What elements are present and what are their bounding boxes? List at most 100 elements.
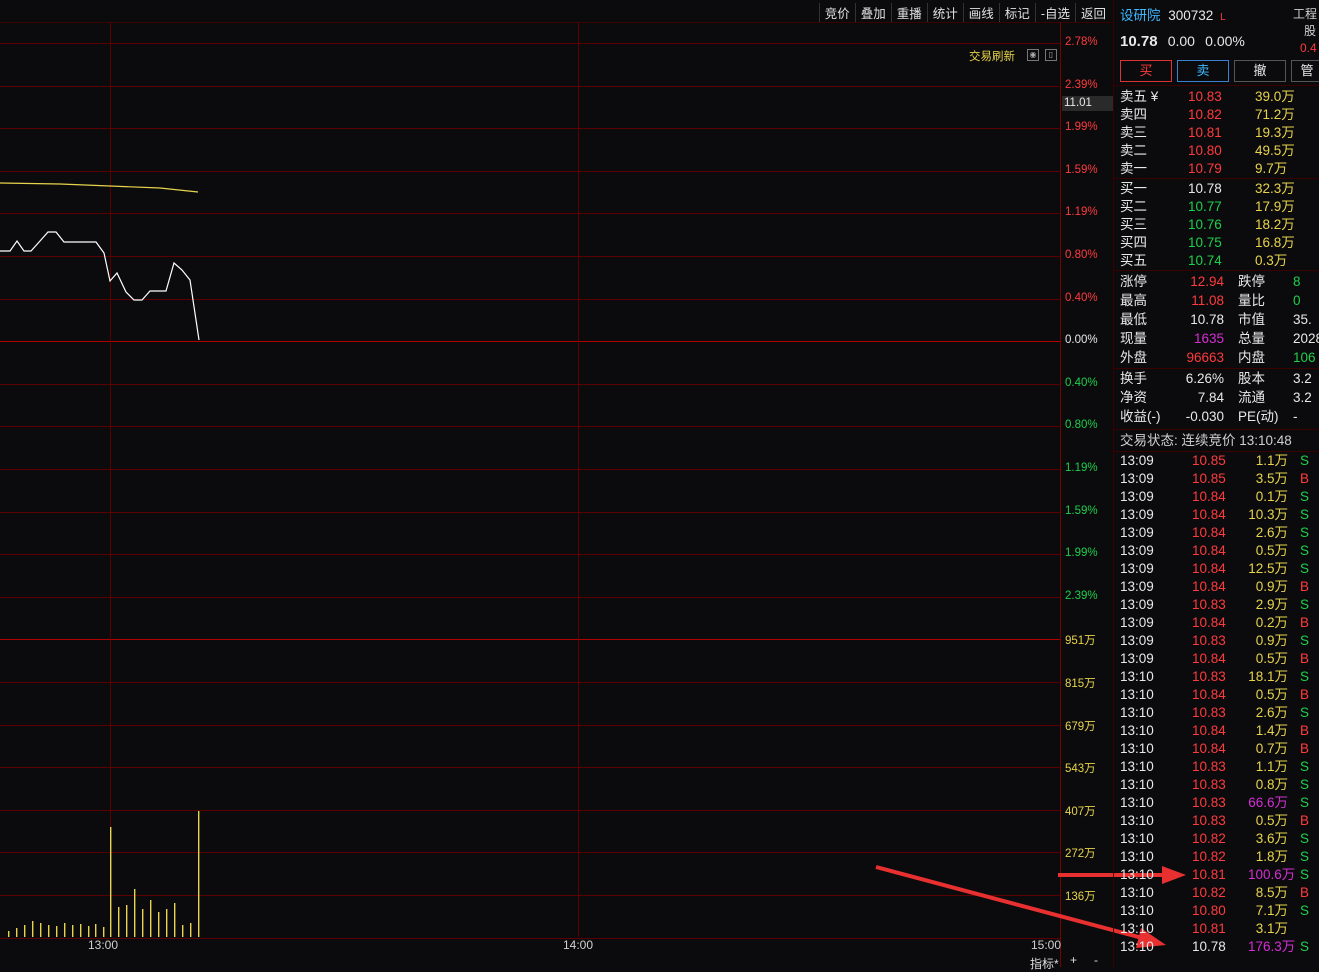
- tick-row[interactable]: 13:09 10.83 2.9万 S: [1120, 596, 1309, 614]
- book-price: 10.74: [1188, 253, 1222, 268]
- tick-row[interactable]: 13:09 10.84 2.6万 S: [1120, 524, 1309, 542]
- divider: [1114, 178, 1319, 179]
- stat-key: 总量: [1238, 331, 1265, 346]
- buy-level[interactable]: 买五 10.74 0.3万: [1120, 252, 1287, 270]
- tick-price: 10.85: [1192, 453, 1226, 468]
- tick-row[interactable]: 13:10 10.82 1.8万 S: [1120, 848, 1309, 866]
- tick-volume: 0.9万: [1255, 579, 1288, 594]
- tick-row[interactable]: 13:10 10.83 1.1万 S: [1120, 758, 1309, 776]
- tick-time: 13:09: [1120, 471, 1154, 486]
- y-label: 136万: [1065, 891, 1096, 903]
- tick-side: B: [1300, 471, 1310, 486]
- toolbar-button-3[interactable]: 统计: [926, 3, 963, 22]
- tick-time: 13:10: [1120, 939, 1154, 954]
- toolbar-button-0[interactable]: 竞价: [818, 3, 855, 22]
- axis-line: [1060, 22, 1061, 967]
- book-label: 卖五 ¥: [1120, 89, 1159, 104]
- tick-row[interactable]: 13:09 10.84 0.5万 B: [1120, 650, 1309, 668]
- tick-side: S: [1300, 507, 1310, 522]
- stat-key: PE(动): [1238, 409, 1279, 424]
- tick-side: S: [1300, 453, 1310, 468]
- stat-value: 1635: [1193, 331, 1224, 346]
- stat-row: 涨停 12.94 跌停 8: [1120, 273, 1301, 291]
- tick-row[interactable]: 13:10 10.83 66.6万 S: [1120, 794, 1309, 812]
- divider: [1114, 270, 1319, 271]
- toolbar-button-2[interactable]: 重播: [890, 3, 927, 22]
- volume-bar: [190, 923, 192, 937]
- divider: [1114, 85, 1319, 86]
- toolbar-button-1[interactable]: 叠加: [854, 3, 891, 22]
- tick-row[interactable]: 13:10 10.83 0.5万 B: [1120, 812, 1309, 830]
- tick-row[interactable]: 13:09 10.84 0.9万 B: [1120, 578, 1309, 596]
- sell-level[interactable]: 卖四 10.82 71.2万: [1120, 106, 1295, 124]
- sell-level[interactable]: 卖五 ¥ 10.83 39.0万: [1120, 88, 1295, 106]
- sell-button[interactable]: 卖: [1177, 60, 1229, 82]
- tick-row[interactable]: 13:09 10.84 0.2万 B: [1120, 614, 1309, 632]
- book-volume: 19.3万: [1255, 125, 1295, 140]
- y-label: 2.78%: [1065, 36, 1098, 48]
- tick-row[interactable]: 13:09 10.84 0.1万 S: [1120, 488, 1309, 506]
- buy-level[interactable]: 买三 10.76 18.2万: [1120, 216, 1295, 234]
- tick-side: S: [1300, 777, 1310, 792]
- tick-row[interactable]: 13:10 10.82 3.6万 S: [1120, 830, 1309, 848]
- volume-bar: [88, 926, 90, 937]
- right-value: 0.4: [1300, 41, 1317, 55]
- buy-level[interactable]: 买四 10.75 16.8万: [1120, 234, 1295, 252]
- manage-button[interactable]: 管: [1291, 60, 1319, 82]
- stat-value: 106: [1293, 350, 1316, 365]
- buy-level[interactable]: 买一 10.78 32.3万: [1120, 180, 1295, 198]
- toolbar-button-4[interactable]: 画线: [962, 3, 999, 22]
- tick-side: B: [1300, 651, 1310, 666]
- tick-volume: 0.5万: [1255, 813, 1288, 828]
- volume-bar: [103, 927, 105, 937]
- tick-row[interactable]: 13:10 10.82 8.5万 B: [1120, 884, 1309, 902]
- trade-status: 交易状态: 连续竞价 13:10:48: [1120, 433, 1292, 448]
- volume-bar: [166, 909, 168, 937]
- toolbar-button-6[interactable]: -自选: [1034, 3, 1075, 22]
- add-indicator-icon[interactable]: +: [1070, 953, 1077, 967]
- stat-value: 10.78: [1190, 312, 1224, 327]
- tick-row[interactable]: 13:10 10.78 176.3万 S: [1120, 938, 1309, 956]
- intraday-chart[interactable]: 2.78% 2.39% 1.99% 1.59% 1.19% 0.80% 0.40% 0.00%…: [0, 22, 1113, 967]
- tick-row[interactable]: 13:09 10.83 0.9万 S: [1120, 632, 1309, 650]
- volume-bar: [8, 931, 10, 937]
- tick-row[interactable]: 13:10 10.83 18.1万 S: [1120, 668, 1309, 686]
- book-price: 10.82: [1188, 107, 1222, 122]
- tick-row[interactable]: 13:10 10.81 3.1万: [1120, 920, 1288, 938]
- book-price: 10.80: [1188, 143, 1222, 158]
- tick-row[interactable]: 13:10 10.80 7.1万 S: [1120, 902, 1309, 920]
- tick-row[interactable]: 13:09 10.85 1.1万 S: [1120, 452, 1309, 470]
- tick-row[interactable]: 13:10 10.83 2.6万 S: [1120, 704, 1309, 722]
- book-volume: 39.0万: [1255, 89, 1295, 104]
- tick-row[interactable]: 13:09 10.84 0.5万 S: [1120, 542, 1309, 560]
- sell-level[interactable]: 卖三 10.81 19.3万: [1120, 124, 1295, 142]
- sell-level[interactable]: 卖一 10.79 9.7万: [1120, 160, 1287, 178]
- stat-value: 96663: [1186, 350, 1224, 365]
- toolbar-button-5[interactable]: 标记: [998, 3, 1035, 22]
- tick-row[interactable]: 13:10 10.81 100.6万 S: [1120, 866, 1309, 884]
- minus-indicator-icon[interactable]: -: [1094, 953, 1098, 967]
- volume-bar: [40, 923, 42, 937]
- tick-side: B: [1300, 723, 1310, 738]
- cancel-button[interactable]: 撤: [1234, 60, 1286, 82]
- book-label: 买一: [1120, 181, 1147, 196]
- buy-button[interactable]: 买: [1120, 60, 1172, 82]
- stock-name[interactable]: 设研院: [1120, 8, 1161, 23]
- tick-row[interactable]: 13:10 10.84 1.4万 B: [1120, 722, 1309, 740]
- tick-time: 13:10: [1120, 687, 1154, 702]
- y-label: 0.40%: [1065, 291, 1098, 304]
- sell-level[interactable]: 卖二 10.80 49.5万: [1120, 142, 1295, 160]
- tick-price: 10.82: [1192, 885, 1226, 900]
- tick-side: S: [1300, 939, 1310, 954]
- tick-side: S: [1300, 831, 1310, 846]
- tick-row[interactable]: 13:10 10.83 0.8万 S: [1120, 776, 1309, 794]
- tick-row[interactable]: 13:10 10.84 0.5万 B: [1120, 686, 1309, 704]
- indicator-tab[interactable]: 指标*: [1030, 955, 1059, 972]
- book-label: 买五: [1120, 253, 1147, 268]
- buy-level[interactable]: 买二 10.77 17.9万: [1120, 198, 1295, 216]
- tick-row[interactable]: 13:10 10.84 0.7万 B: [1120, 740, 1309, 758]
- tick-row[interactable]: 13:09 10.84 12.5万 S: [1120, 560, 1309, 578]
- tick-row[interactable]: 13:09 10.85 3.5万 B: [1120, 470, 1309, 488]
- toolbar-button-7[interactable]: 返回: [1074, 3, 1111, 22]
- tick-row[interactable]: 13:09 10.84 10.3万 S: [1120, 506, 1309, 524]
